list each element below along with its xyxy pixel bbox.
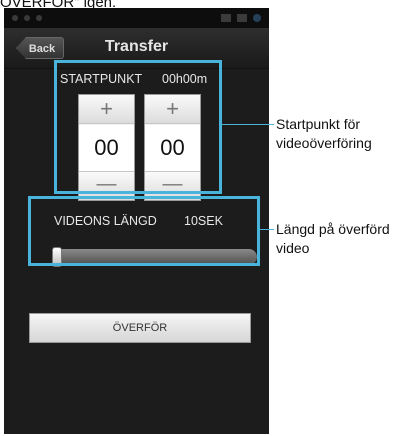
start-callout-line xyxy=(222,124,274,125)
signal-icon xyxy=(237,14,247,22)
bluetooth-icon xyxy=(253,14,261,22)
length-callout-line2: video xyxy=(276,240,310,256)
video-length-highlight xyxy=(28,196,260,266)
length-callout-line xyxy=(260,229,274,230)
start-callout: Startpunkt för videoöverföring xyxy=(276,115,372,153)
status-bar xyxy=(4,8,269,28)
notification-dot-icon xyxy=(12,15,18,21)
start-point-highlight xyxy=(54,60,222,194)
notification-dot-icon xyxy=(36,15,42,21)
transfer-button[interactable]: ÖVERFÖR xyxy=(29,313,251,343)
page-title: Transfer xyxy=(104,38,169,55)
start-callout-line2: videoöverföring xyxy=(276,135,372,151)
notification-dot-icon xyxy=(24,15,30,21)
notification-icons xyxy=(12,15,42,21)
length-callout: Längd på överförd video xyxy=(276,220,390,258)
wifi-icon xyxy=(221,14,231,22)
system-icons xyxy=(221,14,261,22)
start-callout-line1: Startpunkt för xyxy=(276,116,361,132)
length-callout-line1: Längd på överförd xyxy=(276,221,390,237)
